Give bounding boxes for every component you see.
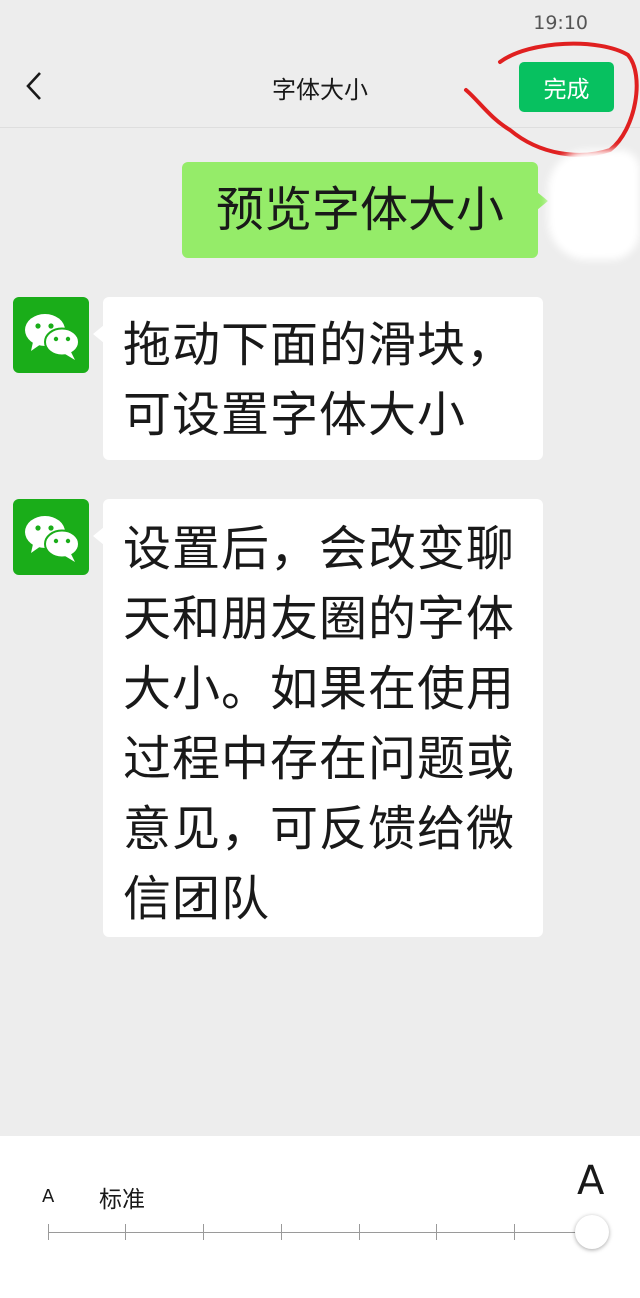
font-size-panel: A 标准 A (0, 1136, 640, 1298)
message-line: 天和朋友圈的字体 (123, 591, 516, 647)
wechat-logo-icon (25, 314, 80, 360)
status-bar: 19:10 (0, 0, 640, 46)
status-time: 19:10 (533, 12, 588, 34)
standard-label: 标准 (99, 1187, 145, 1213)
slider-tick[interactable] (514, 1224, 515, 1240)
message-line: 信团队 (123, 871, 271, 927)
slider-tick[interactable] (48, 1224, 49, 1240)
message-line: 可设置字体大小 (123, 387, 467, 443)
wechat-avatar (13, 297, 89, 373)
message-text: 预览字体大小 (215, 182, 504, 238)
slider-tick[interactable] (125, 1224, 126, 1240)
small-font-label: A (42, 1186, 55, 1207)
message-line: 意见，可反馈给微 (123, 801, 516, 857)
message-line: 大小。如果在使用 (123, 661, 516, 717)
message-bubble-system: 拖动下面的滑块， 可设置字体大小 (93, 297, 543, 460)
slider-tick[interactable] (359, 1224, 360, 1240)
large-font-label: A (577, 1158, 605, 1204)
message-bubble-self: 预览字体大小 (182, 162, 548, 258)
message-line: 设置后，会改变聊 (123, 521, 516, 577)
wechat-avatar (13, 499, 89, 575)
message-bubble-system: 设置后，会改变聊 天和朋友圈的字体 大小。如果在使用 过程中存在问题或 意见，可… (93, 499, 543, 937)
wechat-logo-icon (25, 516, 80, 562)
message-line: 过程中存在问题或 (123, 731, 516, 787)
slider-tick[interactable] (203, 1224, 204, 1240)
font-size-slider-track[interactable] (48, 1232, 592, 1233)
done-button[interactable]: 完成 (519, 62, 614, 112)
font-size-slider-thumb[interactable] (575, 1215, 609, 1249)
slider-tick[interactable] (281, 1224, 282, 1240)
slider-tick[interactable] (436, 1224, 437, 1240)
message-line: 拖动下面的滑块， (123, 317, 516, 373)
self-avatar (548, 150, 640, 260)
nav-bar: 字体大小 完成 (0, 46, 640, 128)
